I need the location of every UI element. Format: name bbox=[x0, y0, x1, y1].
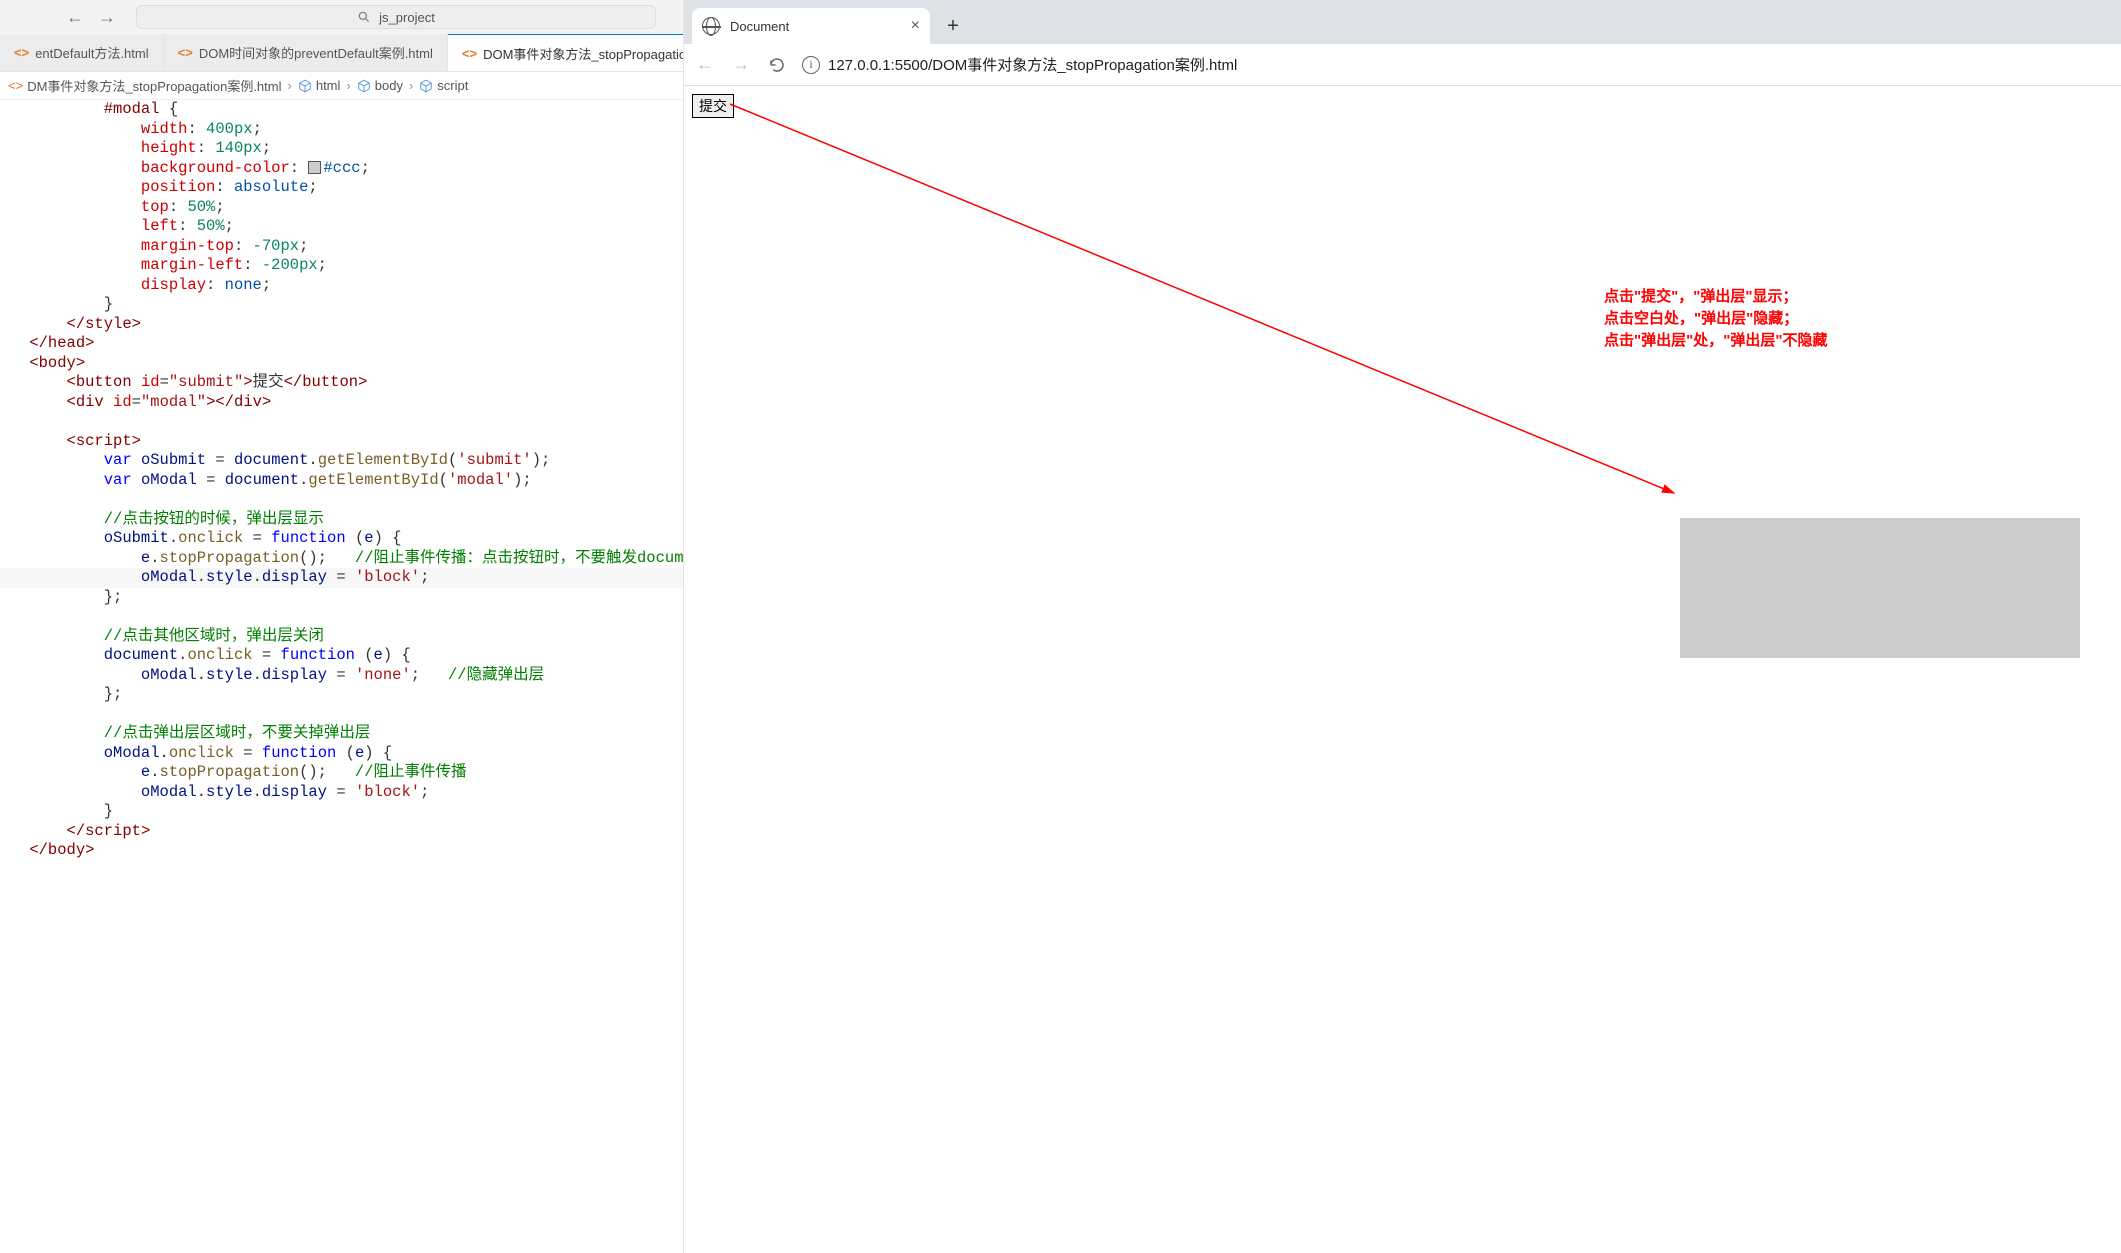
breadcrumb-file[interactable]: <> DM事件对象方法_stopPropagation案例.html bbox=[8, 76, 282, 95]
forward-button[interactable]: → bbox=[730, 54, 752, 76]
html-file-icon: <> bbox=[14, 45, 29, 60]
code-line[interactable] bbox=[0, 607, 683, 627]
close-icon[interactable]: × bbox=[911, 17, 920, 35]
browser-pane: Document × + ← → i 127.0.0.1:5500/DOM事件对… bbox=[684, 0, 2121, 1253]
editor-tabs: <> entDefault方法.html <> DOM时间对象的preventD… bbox=[0, 34, 683, 72]
reload-icon bbox=[768, 56, 786, 74]
code-line[interactable]: oModal.onclick = function (e) { bbox=[0, 744, 683, 764]
breadcrumb-label: html bbox=[316, 78, 341, 93]
cube-icon bbox=[419, 79, 433, 93]
code-editor-area[interactable]: #modal { width: 400px; height: 140px; ba… bbox=[0, 100, 683, 1253]
annotation-text: 点击"提交"，"弹出层"显示； 点击空白处，"弹出层"隐藏； 点击"弹出层"处，… bbox=[1604, 286, 1827, 352]
annotation-line: 点击"弹出层"处，"弹出层"不隐藏 bbox=[1604, 330, 1827, 352]
code-line[interactable]: e.stopPropagation(); //阻止事件传播：点击按钮时，不要触发… bbox=[0, 549, 683, 569]
url-field[interactable]: i 127.0.0.1:5500/DOM事件对象方法_stopPropagati… bbox=[802, 54, 1237, 75]
tab-label: DOM事件对象方法_stopPropagation bbox=[483, 44, 683, 63]
editor-pane: ← → js_project <> entDefault方法.html <> D… bbox=[0, 0, 684, 1253]
code-line[interactable]: document.onclick = function (e) { bbox=[0, 646, 683, 666]
annotation-line: 点击空白处，"弹出层"隐藏； bbox=[1604, 308, 1827, 330]
code-line[interactable]: var oModal = document.getElementById('mo… bbox=[0, 471, 683, 491]
code-line[interactable]: <div id="modal"></div> bbox=[0, 393, 683, 413]
reload-button[interactable] bbox=[766, 54, 788, 76]
code-line[interactable]: //点击其他区域时，弹出层关闭 bbox=[0, 627, 683, 647]
code-line[interactable]: e.stopPropagation(); //阻止事件传播 bbox=[0, 763, 683, 783]
code-line[interactable]: //点击按钮的时候，弹出层显示 bbox=[0, 510, 683, 530]
tab-label: DOM时间对象的preventDefault案例.html bbox=[199, 43, 433, 62]
code-line[interactable]: //点击弹出层区域时，不要关掉弹出层 bbox=[0, 724, 683, 744]
browser-tab-title: Document bbox=[730, 19, 789, 34]
code-line[interactable]: var oSubmit = document.getElementById('s… bbox=[0, 451, 683, 471]
breadcrumb-item[interactable]: html bbox=[298, 78, 341, 93]
editor-topbar: ← → js_project bbox=[0, 0, 683, 34]
code-line[interactable]: width: 400px; bbox=[0, 120, 683, 140]
editor-tab-active[interactable]: <> DOM事件对象方法_stopPropagation bbox=[448, 34, 683, 71]
code-line[interactable]: #modal { bbox=[0, 100, 683, 120]
breadcrumb-item[interactable]: script bbox=[419, 78, 468, 93]
back-button[interactable]: ← bbox=[694, 54, 716, 76]
nav-back-icon[interactable]: ← bbox=[66, 7, 84, 28]
code-line[interactable]: oModal.style.display = 'block'; bbox=[0, 783, 683, 803]
site-info-icon[interactable]: i bbox=[802, 56, 820, 74]
code-line[interactable]: top: 50%; bbox=[0, 198, 683, 218]
code-line[interactable]: height: 140px; bbox=[0, 139, 683, 159]
command-center-text: js_project bbox=[379, 10, 435, 25]
breadcrumb-label: body bbox=[375, 78, 403, 93]
chevron-right-icon: › bbox=[288, 78, 292, 93]
code-line[interactable]: oModal.style.display = 'block'; bbox=[0, 568, 683, 588]
submit-button[interactable]: 提交 bbox=[692, 94, 734, 118]
code-line[interactable]: </script> bbox=[0, 822, 683, 842]
code-line[interactable]: </head> bbox=[0, 334, 683, 354]
annotation-line: 点击"提交"，"弹出层"显示； bbox=[1604, 286, 1827, 308]
browser-tabstrip: Document × + bbox=[684, 0, 2121, 44]
code-line[interactable] bbox=[0, 705, 683, 725]
page-body[interactable]: 提交 点击"提交"，"弹出层"显示； 点击空白处，"弹出层"隐藏； 点击"弹出层… bbox=[684, 86, 2121, 1253]
chevron-right-icon: › bbox=[409, 78, 413, 93]
chevron-right-icon: › bbox=[346, 78, 350, 93]
code-line[interactable]: margin-top: -70px; bbox=[0, 237, 683, 257]
html-file-icon: <> bbox=[178, 45, 193, 60]
code-line[interactable]: } bbox=[0, 802, 683, 822]
modal-layer[interactable] bbox=[1680, 518, 2080, 658]
browser-tab[interactable]: Document × bbox=[692, 8, 930, 44]
cube-icon bbox=[357, 79, 371, 93]
command-center[interactable]: js_project bbox=[136, 5, 656, 29]
code-line[interactable]: <script> bbox=[0, 432, 683, 452]
code-line[interactable]: oModal.style.display = 'none'; //隐藏弹出层 bbox=[0, 666, 683, 686]
code-line[interactable]: } bbox=[0, 295, 683, 315]
editor-tab[interactable]: <> entDefault方法.html bbox=[0, 34, 164, 71]
breadcrumb-label: script bbox=[437, 78, 468, 93]
breadcrumb-item[interactable]: body bbox=[357, 78, 403, 93]
code-line[interactable]: left: 50%; bbox=[0, 217, 683, 237]
code-line[interactable]: background-color: #ccc; bbox=[0, 159, 683, 179]
code-line[interactable]: <body> bbox=[0, 354, 683, 374]
code-line[interactable]: oSubmit.onclick = function (e) { bbox=[0, 529, 683, 549]
code-line[interactable]: <button id="submit">提交</button> bbox=[0, 373, 683, 393]
nav-forward-icon[interactable]: → bbox=[98, 7, 116, 28]
code-line[interactable]: position: absolute; bbox=[0, 178, 683, 198]
code-line[interactable]: }; bbox=[0, 685, 683, 705]
color-swatch-icon bbox=[308, 161, 321, 174]
search-icon bbox=[357, 10, 371, 24]
breadcrumb-file-label: DM事件对象方法_stopPropagation案例.html bbox=[27, 76, 281, 95]
code-line[interactable]: }; bbox=[0, 588, 683, 608]
globe-icon bbox=[702, 17, 720, 35]
code-line[interactable]: margin-left: -200px; bbox=[0, 256, 683, 276]
code-line[interactable] bbox=[0, 490, 683, 510]
html-file-icon: <> bbox=[462, 46, 477, 61]
editor-tab[interactable]: <> DOM时间对象的preventDefault案例.html bbox=[164, 34, 448, 71]
cube-icon bbox=[298, 79, 312, 93]
code-line[interactable] bbox=[0, 412, 683, 432]
address-bar: ← → i 127.0.0.1:5500/DOM事件对象方法_stopPropa… bbox=[684, 44, 2121, 86]
url-text: 127.0.0.1:5500/DOM事件对象方法_stopPropagation… bbox=[828, 54, 1237, 75]
code-line[interactable]: display: none; bbox=[0, 276, 683, 296]
tab-label: entDefault方法.html bbox=[35, 43, 148, 62]
html-file-icon: <> bbox=[8, 78, 23, 93]
editor-nav-arrows: ← → bbox=[66, 7, 116, 28]
breadcrumbs[interactable]: <> DM事件对象方法_stopPropagation案例.html › htm… bbox=[0, 72, 683, 100]
code-line[interactable]: </style> bbox=[0, 315, 683, 335]
new-tab-button[interactable]: + bbox=[938, 11, 968, 41]
code-line[interactable]: </body> bbox=[0, 841, 683, 861]
